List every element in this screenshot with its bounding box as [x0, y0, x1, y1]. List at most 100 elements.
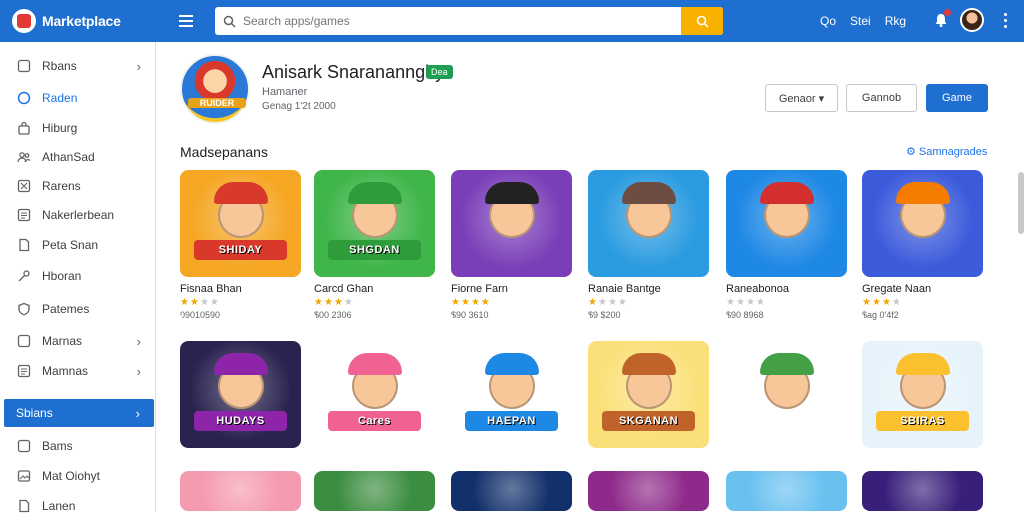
app-tile-artwork — [180, 471, 301, 511]
sidebar-item[interactable]: Lanen — [0, 492, 155, 520]
sidebar-item[interactable]: Mamnas › — [0, 357, 155, 385]
notification-bell-icon[interactable] — [930, 8, 952, 32]
app-tile[interactable]: Ranaie Bantge ★★★★ $9 $200 — [588, 170, 709, 320]
app-tile-price: $90 3610 — [451, 310, 489, 320]
star-icon: ★ — [209, 297, 220, 308]
sidebar-item-label: Sbians — [16, 406, 53, 420]
app-tile-name: Raneabonoa — [726, 283, 790, 295]
app-tile-price: 09010590 — [180, 310, 221, 320]
app-tile[interactable]: Gregate Naan ★★★★ $ag 0'4f2 — [862, 170, 983, 320]
search-button[interactable] — [681, 7, 723, 35]
app-tile-artwork — [451, 471, 572, 511]
sidebar-item[interactable]: Rbans › — [0, 52, 155, 80]
app-tile[interactable]: HAEPAN — [451, 341, 572, 448]
app-tile-banner: Cares — [328, 411, 421, 431]
sidebar-item-label: Patemes — [42, 302, 90, 316]
app-tile-banner: HAEPAN — [465, 411, 558, 431]
sidebar-item[interactable]: Nakerlerbean — [0, 201, 155, 229]
character-hat — [896, 182, 950, 204]
app-tile-name: Gregate Naan — [862, 283, 932, 295]
star-icon: ★ — [480, 297, 491, 308]
sidebar-item-label: Peta Snan — [42, 238, 99, 252]
app-tile[interactable]: SKGANAN — [588, 341, 709, 448]
app-tile-price: $ag 0'4f2 — [862, 310, 899, 320]
character-hat — [214, 353, 268, 375]
app-developer[interactable]: Hamaner — [262, 86, 307, 98]
main-content: RUIDER Anisark Snaranannghy Dea Hamaner … — [156, 42, 1024, 512]
user-avatar[interactable] — [960, 8, 984, 32]
app-tile[interactable] — [862, 471, 983, 511]
star-icon: ★ — [180, 297, 190, 308]
star-icon: ★ — [189, 297, 200, 308]
star-rating: ★★★★ — [451, 297, 572, 308]
hamburger-menu-icon[interactable] — [172, 7, 200, 35]
sidebar-item[interactable]: Rarens — [0, 172, 155, 200]
scrollbar[interactable] — [1018, 172, 1024, 234]
character-hat — [622, 182, 676, 204]
sidebar-item[interactable]: Marnas › — [0, 327, 155, 355]
sidebar-item[interactable]: Hiburg — [0, 114, 155, 142]
app-tile-artwork — [588, 471, 709, 511]
sidebar-item[interactable]: Raden — [0, 84, 155, 112]
top-link[interactable]: Rkg — [885, 14, 906, 28]
sidebar-item[interactable]: Sbians › — [4, 399, 154, 427]
app-tile[interactable] — [588, 471, 709, 511]
app-tile[interactable]: Raneabonoa ★★★★ $90 8968 — [726, 170, 847, 320]
app-tile-artwork: SHIDAY — [180, 170, 301, 277]
app-tile[interactable]: SBIRAS — [862, 341, 983, 448]
sidebar-item[interactable]: Hboran — [0, 262, 155, 290]
top-link[interactable]: Stei — [850, 14, 871, 28]
section-link[interactable]: ⚙ Samnagrades — [906, 145, 987, 158]
app-tile[interactable]: SHGDAN Carcd Ghan ★★★★ $00 2306 — [314, 170, 435, 320]
circle-icon — [16, 90, 32, 106]
character-hat — [348, 182, 402, 204]
search-input[interactable] — [243, 14, 681, 28]
brand[interactable]: Marketplace — [0, 9, 160, 33]
app-tile[interactable] — [726, 341, 847, 448]
app-tile-price: $90 8968 — [726, 310, 764, 320]
top-link[interactable]: Qo — [820, 14, 836, 28]
app-tile[interactable]: HUDAYS — [180, 341, 301, 448]
list-icon — [16, 363, 32, 379]
character-hat — [896, 353, 950, 375]
sidebar-item[interactable]: Patemes — [0, 295, 155, 323]
search-icon — [215, 7, 243, 35]
sidebar-item-label: Rbans — [42, 59, 77, 73]
people-icon — [16, 149, 32, 165]
star-icon: ★ — [726, 297, 736, 308]
list-icon — [16, 207, 32, 223]
app-tile-name: Ranaie Bantge — [588, 283, 661, 295]
app-tile-artwork: HAEPAN — [451, 341, 572, 448]
app-tile[interactable] — [451, 471, 572, 511]
sidebar-item[interactable]: AthanSad — [0, 143, 155, 171]
app-tile-artwork: SHGDAN — [314, 170, 435, 277]
app-tile-artwork: SKGANAN — [588, 341, 709, 448]
app-logo-text: RUIDER — [188, 98, 246, 108]
grid-icon — [16, 178, 32, 194]
app-tile[interactable] — [726, 471, 847, 511]
primary-game-button[interactable]: Game — [926, 84, 988, 112]
app-tile[interactable]: Fiorne Farn ★★★★ $90 3610 — [451, 170, 572, 320]
app-tile-artwork — [314, 471, 435, 511]
sidebar-item-label: Nakerlerbean — [42, 208, 115, 222]
sidebar: Rbans › Raden Hiburg AthanSad Rarens Nakerlerb… — [0, 42, 156, 513]
secondary-button[interactable]: Gannob — [846, 84, 917, 112]
more-options-icon[interactable] — [998, 8, 1012, 32]
star-icon: ★ — [607, 297, 618, 308]
sidebar-item-label: Rarens — [42, 179, 81, 193]
app-tile[interactable]: Cares — [314, 341, 435, 448]
star-icon: ★ — [617, 297, 628, 308]
section-link-label: Samnagrades — [918, 146, 988, 158]
star-icon: ★ — [588, 297, 598, 308]
app-tile[interactable]: SHIDAY Fisnaa Bhan ★★★★ 09010590 — [180, 170, 301, 320]
app-tile[interactable] — [314, 471, 435, 511]
sidebar-item[interactable]: Bams — [0, 432, 155, 460]
sidebar-item[interactable]: Peta Snan — [0, 231, 155, 259]
genre-dropdown-button[interactable]: Genaor ▾ — [765, 84, 838, 112]
star-icon: ★ — [314, 297, 324, 308]
shield-icon — [16, 301, 32, 317]
sidebar-item[interactable]: Mat Oiohyt — [0, 462, 155, 490]
app-tile-banner: HUDAYS — [194, 411, 287, 431]
app-tile[interactable] — [180, 471, 301, 511]
square-icon — [16, 438, 32, 454]
